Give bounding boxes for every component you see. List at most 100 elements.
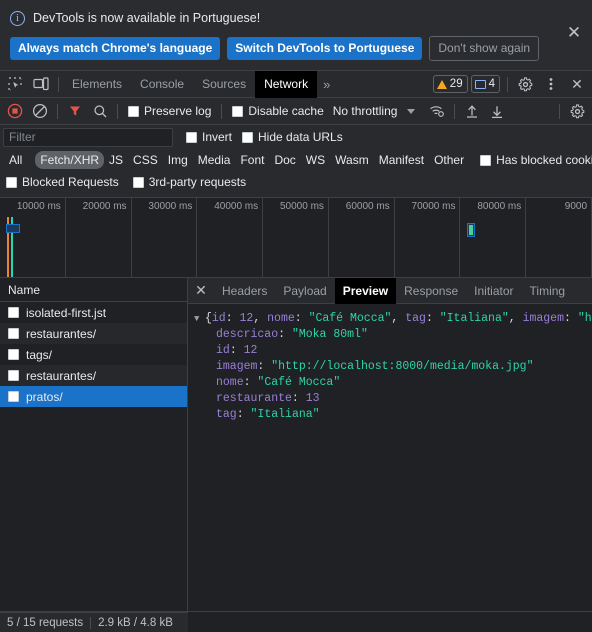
info-icon: i [10, 10, 25, 26]
ntoolbar-divider-5 [559, 103, 560, 119]
overview-cell: 30000 ms [132, 198, 198, 277]
preserve-log-checkbox[interactable]: Preserve log [123, 104, 216, 118]
has-blocked-cookies-checkbox[interactable]: Has blocked cookies [475, 153, 592, 167]
json-sep: : [291, 392, 306, 405]
toolbar-divider [58, 76, 59, 92]
detail-tab-timing[interactable]: Timing [522, 278, 574, 304]
warning-count: 29 [449, 78, 463, 90]
request-type-icon [8, 370, 19, 381]
export-har-icon[interactable] [485, 99, 509, 123]
gear-icon[interactable] [512, 72, 538, 96]
json-value: "http://localhost:8000/media/moka.jpg" [271, 360, 534, 373]
detail-tab-initiator[interactable]: Initiator [466, 278, 521, 304]
json-key: nome [216, 376, 244, 389]
invert-checkbox[interactable]: Invert [181, 130, 237, 144]
detail-tab-payload[interactable]: Payload [275, 278, 334, 304]
message-count-badge[interactable]: 4 [470, 75, 500, 93]
hide-data-urls-label: Hide data URLs [258, 130, 343, 144]
detail-tab-preview[interactable]: Preview [334, 277, 397, 304]
filter-type-all[interactable]: All [4, 151, 27, 169]
dont-show-again-button[interactable]: Don't show again [429, 36, 540, 61]
overview-cell: 50000 ms [263, 198, 329, 277]
kebab-menu-icon[interactable] [538, 72, 564, 96]
always-match-language-button[interactable]: Always match Chrome's language [10, 37, 221, 60]
chevron-down-icon[interactable] [407, 108, 416, 114]
request-column-header-name[interactable]: Name [0, 278, 187, 302]
request-row-restaurantes-1[interactable]: restaurantes/ [0, 323, 187, 344]
more-tabs-icon[interactable]: » [317, 77, 336, 92]
json-property-row: nome : "Café Mocca" [194, 375, 592, 391]
tab-network[interactable]: Network [255, 70, 318, 98]
detail-tab-response[interactable]: Response [396, 278, 466, 304]
json-summary-key: imagem [522, 312, 564, 325]
request-list: isolated-first.jst restaurantes/ tags/ r… [0, 302, 187, 611]
detail-close-icon[interactable]: ✕ [188, 278, 214, 304]
tab-console[interactable]: Console [131, 71, 193, 98]
filter-type-font[interactable]: Font [235, 151, 269, 169]
json-comma: , [391, 312, 406, 325]
filter-type-js[interactable]: JS [104, 151, 128, 169]
request-row-restaurantes-2[interactable]: restaurantes/ [0, 365, 187, 386]
search-icon[interactable] [88, 99, 112, 123]
overview-tick-label: 50000 ms [279, 201, 324, 212]
filter-type-css[interactable]: CSS [128, 151, 163, 169]
import-har-icon[interactable] [460, 99, 484, 123]
json-property-row: id : 12 [194, 343, 592, 359]
detail-tab-headers[interactable]: Headers [214, 278, 275, 304]
network-status-bar: 5 / 15 requests 2.9 kB / 4.8 kB [0, 612, 188, 632]
warning-count-badge[interactable]: 29 [432, 75, 468, 93]
json-sep: : [294, 312, 309, 325]
third-party-requests-checkbox[interactable]: 3rd-party requests [128, 175, 251, 189]
hide-data-urls-checkbox[interactable]: Hide data URLs [237, 130, 348, 144]
expand-arrow-icon[interactable]: ▼ [194, 311, 205, 327]
network-conditions-icon[interactable] [425, 99, 449, 123]
json-key: id [216, 344, 230, 357]
overview-tick-label: 9000 [564, 201, 588, 212]
filter-type-other[interactable]: Other [429, 151, 469, 169]
request-name: restaurantes/ [26, 326, 97, 341]
filter-input[interactable] [3, 127, 173, 147]
overview-request-bar [6, 224, 20, 233]
ntoolbar-divider-3 [221, 103, 223, 119]
json-key: tag [216, 408, 237, 421]
filter-type-manifest[interactable]: Manifest [374, 151, 429, 169]
filter-type-ws[interactable]: WS [301, 151, 330, 169]
devtools-window: i DevTools is now available in Portugues… [0, 0, 592, 632]
tab-sources[interactable]: Sources [193, 71, 255, 98]
disable-cache-label: Disable cache [248, 104, 324, 118]
status-bar-wrapper: 5 / 15 requests 2.9 kB / 4.8 kB [0, 611, 592, 632]
filter-type-doc[interactable]: Doc [269, 151, 300, 169]
inspect-element-icon[interactable] [2, 72, 28, 96]
third-party-requests-box [132, 176, 144, 188]
request-row-isolated-first[interactable]: isolated-first.jst [0, 302, 187, 323]
request-name: tags/ [26, 347, 53, 362]
tab-elements[interactable]: Elements [63, 71, 131, 98]
request-row-tags[interactable]: tags/ [0, 344, 187, 365]
json-sep: : [564, 312, 578, 325]
network-settings-gear-icon[interactable] [565, 99, 589, 123]
close-devtools-icon[interactable]: ✕ [564, 72, 590, 96]
filter-type-img[interactable]: Img [163, 151, 193, 169]
network-overview-timeline[interactable]: 10000 ms 20000 ms 30000 ms 40000 ms 5000… [0, 198, 592, 278]
language-notification-banner: i DevTools is now available in Portugues… [0, 0, 592, 71]
filter-type-fetch-xhr[interactable]: Fetch/XHR [35, 151, 105, 169]
record-button-icon[interactable] [3, 99, 27, 123]
network-toolbar: Preserve log Disable cache No throttling [0, 98, 592, 125]
blocked-requests-checkbox[interactable]: Blocked Requests [6, 175, 124, 189]
banner-close-icon[interactable]: ✕ [564, 24, 584, 44]
throttling-select[interactable]: No throttling [330, 104, 398, 118]
request-type-icon [8, 349, 19, 360]
device-toolbar-icon[interactable] [28, 72, 54, 96]
json-sep: : [278, 328, 292, 341]
filter-type-wasm[interactable]: Wasm [330, 151, 374, 169]
json-summary-line[interactable]: ▼ { id : 12 , nome : "Café Mocca" , tag … [194, 311, 592, 327]
filter-type-media[interactable]: Media [193, 151, 236, 169]
switch-devtools-language-button[interactable]: Switch DevTools to Portuguese [227, 37, 423, 60]
overview-tick-label: 60000 ms [345, 201, 390, 212]
disable-cache-checkbox[interactable]: Disable cache [227, 104, 328, 118]
request-row-pratos[interactable]: pratos/ [0, 386, 187, 407]
request-detail-panel: ✕ Headers Payload Preview Response Initi… [188, 277, 592, 611]
clear-icon[interactable] [28, 99, 52, 123]
json-sep: : [425, 312, 440, 325]
filter-funnel-icon[interactable] [63, 99, 87, 123]
